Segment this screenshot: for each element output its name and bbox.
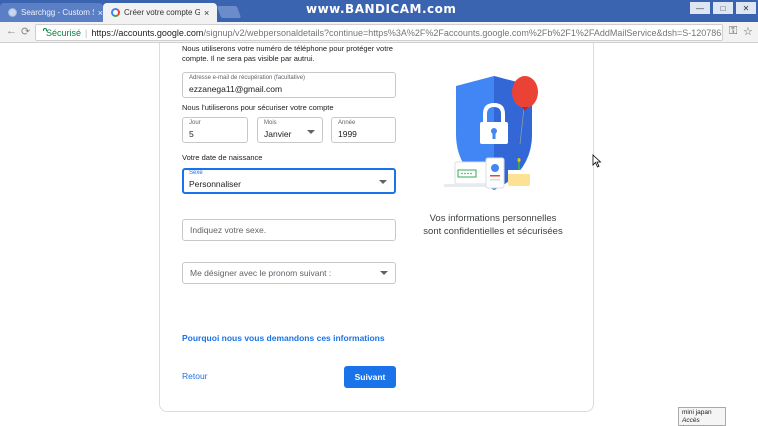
privacy-caption: Vos informations personnelles sont confi… (418, 212, 568, 238)
caption-line-2: sont confidentielles et sécurisées (423, 226, 563, 237)
window-controls: — □ ✕ (690, 2, 756, 14)
new-tab-button[interactable] (216, 6, 242, 18)
day-value: 5 (189, 129, 194, 139)
day-label: Jour (189, 120, 201, 126)
year-field[interactable]: Année 1999 (331, 117, 396, 143)
url-path: /signup/v2/webpersonaldetails?continue=h… (203, 27, 722, 38)
back-button[interactable]: Retour (182, 371, 208, 381)
caption-line-1: Vos informations personnelles (429, 213, 557, 224)
security-note: Nous l'utiliserons pour sécuriser votre … (182, 103, 334, 112)
tab-title: Créer votre compte Goo (124, 8, 200, 17)
recovery-email-value: ezzanega11@gmail.com (189, 84, 283, 94)
tab-title: Searchgg - Custom Sea (21, 8, 94, 17)
chevron-down-icon (379, 180, 387, 184)
separator: | (85, 27, 88, 38)
month-select[interactable]: Mois Janvier (257, 117, 323, 143)
bookmark-star-icon[interactable]: ☆ (743, 25, 753, 38)
mouse-cursor-icon (592, 154, 602, 168)
recovery-email-label: Adresse e-mail de récupération (facultat… (189, 75, 306, 81)
gender-value: Personnaliser (189, 179, 241, 189)
gender-label: Sexe (189, 170, 203, 176)
chevron-down-icon (307, 130, 315, 134)
birthdate-label: Votre date de naissance (182, 153, 263, 162)
year-label: Année (338, 120, 356, 126)
google-favicon-icon (111, 8, 120, 17)
key-icon[interactable]: ⚿ (729, 25, 737, 38)
phone-note: Nous utiliserons votre numéro de télépho… (182, 44, 393, 63)
security-label: Sécurisé (46, 27, 82, 38)
browser-tab-strip: Searchgg - Custom Sea × Créer votre comp… (0, 0, 758, 22)
ime-line-1: mini japan (682, 409, 712, 416)
next-button[interactable]: Suivant (344, 366, 396, 388)
tab-searchgg[interactable]: Searchgg - Custom Sea × (0, 3, 103, 22)
security-shield-illustration (444, 76, 538, 190)
custom-gender-input[interactable]: Indiquez votre sexe. (182, 219, 396, 241)
pronoun-placeholder: Me désigner avec le pronom suivant : (190, 268, 332, 278)
custom-gender-placeholder: Indiquez votre sexe. (190, 225, 267, 235)
balloon-icon (512, 76, 538, 108)
day-field[interactable]: Jour 5 (182, 117, 248, 143)
month-label: Mois (264, 120, 277, 126)
searchgg-favicon-icon (8, 8, 17, 17)
reload-icon[interactable]: ⟳ (21, 25, 30, 38)
why-info-link[interactable]: Pourquoi nous vous demandons ces informa… (182, 333, 385, 343)
back-arrow-icon[interactable]: ← (6, 25, 17, 37)
bandicam-watermark: www.BANDICAM.com (306, 2, 457, 16)
close-window-button[interactable]: ✕ (736, 2, 756, 14)
recovery-email-field[interactable]: Adresse e-mail de récupération (facultat… (182, 72, 396, 98)
chevron-down-icon (380, 271, 388, 275)
gender-select[interactable]: Sexe Personnaliser (182, 168, 396, 194)
tab-create-account[interactable]: Créer votre compte Goo × (103, 3, 217, 22)
year-value: 1999 (338, 129, 357, 139)
minimize-button[interactable]: — (690, 2, 710, 14)
pronoun-select[interactable]: Me désigner avec le pronom suivant : (182, 262, 396, 284)
ime-line-2: Accès Internet (682, 417, 704, 426)
url-host: https://accounts.google.com (91, 27, 204, 38)
browser-toolbar: ← ⟳ Sécurisé | https://accounts.google.c… (0, 22, 758, 43)
ime-indicator: mini japan Accès Internet (678, 407, 726, 426)
phone-icon (485, 157, 505, 189)
month-value: Janvier (264, 129, 292, 139)
tab-close-icon[interactable]: × (204, 8, 209, 18)
maximize-button[interactable]: □ (713, 2, 733, 14)
address-bar[interactable]: Sécurisé | https://accounts.google.com/s… (35, 24, 723, 41)
